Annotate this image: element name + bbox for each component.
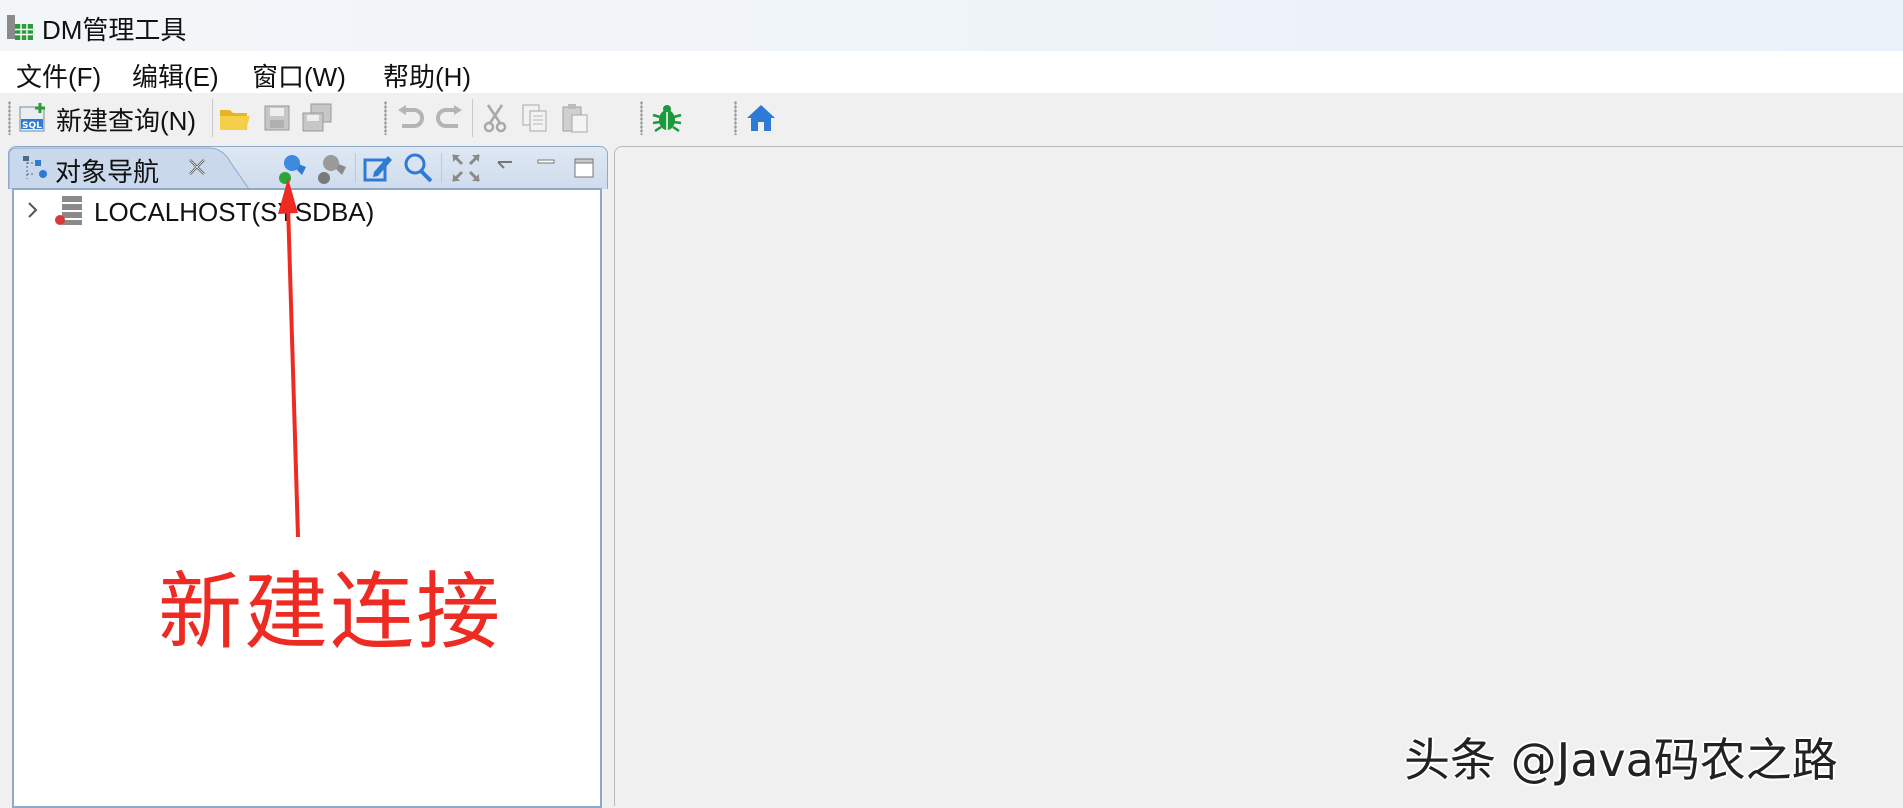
tree-structure-icon — [21, 155, 51, 188]
annotation-label: 新建连接 — [158, 563, 503, 661]
window-title: DM管理工具 — [42, 15, 187, 45]
toolbar-grip — [640, 101, 643, 135]
chevron-right-icon[interactable] — [24, 199, 42, 226]
new-connection-icon[interactable] — [277, 151, 311, 185]
undo-icon[interactable] — [394, 101, 428, 135]
tab-object-navigator-label: 对象导航 — [55, 157, 160, 187]
copy-icon[interactable] — [518, 101, 552, 135]
menu-help[interactable]: 帮助(H) — [383, 57, 471, 94]
toolbar-separator — [212, 99, 213, 137]
close-icon[interactable] — [187, 157, 207, 182]
object-navigator-panel: 对象导航 LOCALHOST(SYSDBA) — [8, 146, 608, 808]
debug-bug-icon[interactable] — [650, 101, 684, 135]
toolbar-separator — [441, 153, 442, 183]
svg-text:SQL: SQL — [22, 121, 42, 131]
database-grid-icon — [5, 12, 35, 42]
menu-edit[interactable]: 编辑(E) — [132, 57, 219, 94]
disconnect-icon[interactable] — [315, 151, 349, 185]
menu-bar: 文件(F) 编辑(E) 窗口(W) 帮助(H) — [0, 51, 1903, 93]
editor-body — [614, 184, 1903, 806]
cut-icon[interactable] — [478, 101, 512, 135]
new-query-button[interactable]: SQL 新建查询(N) — [18, 101, 196, 137]
editor-area — [614, 146, 1903, 806]
redo-icon[interactable] — [432, 101, 466, 135]
edit-icon[interactable] — [361, 151, 395, 185]
editor-tabbar — [614, 146, 1903, 186]
tree-node-localhost[interactable]: LOCALHOST(SYSDBA) — [24, 194, 375, 231]
toolbar-separator — [472, 99, 473, 137]
title-bar: DM管理工具 — [0, 0, 1903, 51]
menu-window[interactable]: 窗口(W) — [252, 57, 346, 94]
main-toolbar: SQL 新建查询(N) — [0, 93, 1903, 145]
save-all-icon[interactable] — [300, 101, 334, 135]
toolbar-separator — [355, 153, 356, 183]
expand-all-icon[interactable] — [449, 151, 483, 185]
save-icon[interactable] — [260, 101, 294, 135]
open-folder-icon[interactable] — [218, 101, 252, 135]
tree-node-label: LOCALHOST(SYSDBA) — [94, 196, 375, 227]
toolbar-grip — [8, 101, 11, 135]
menu-file[interactable]: 文件(F) — [16, 57, 101, 94]
navigator-tabbar: 对象导航 — [8, 146, 608, 189]
home-icon[interactable] — [744, 101, 778, 135]
minimize-icon[interactable] — [529, 151, 563, 185]
tab-object-navigator[interactable]: 对象导航 — [9, 147, 259, 189]
maximize-icon[interactable] — [567, 151, 601, 185]
new-query-label: 新建查询(N) — [56, 105, 197, 136]
sql-new-icon: SQL — [18, 101, 50, 138]
view-menu-icon[interactable] — [489, 151, 523, 185]
paste-icon[interactable] — [558, 101, 592, 135]
database-server-icon — [54, 194, 86, 231]
watermark: 头条 @Java码农之路 — [1404, 733, 1838, 787]
object-tree[interactable]: LOCALHOST(SYSDBA) — [12, 188, 602, 808]
toolbar-grip — [734, 101, 737, 135]
search-icon[interactable] — [401, 151, 435, 185]
toolbar-grip — [384, 101, 387, 135]
